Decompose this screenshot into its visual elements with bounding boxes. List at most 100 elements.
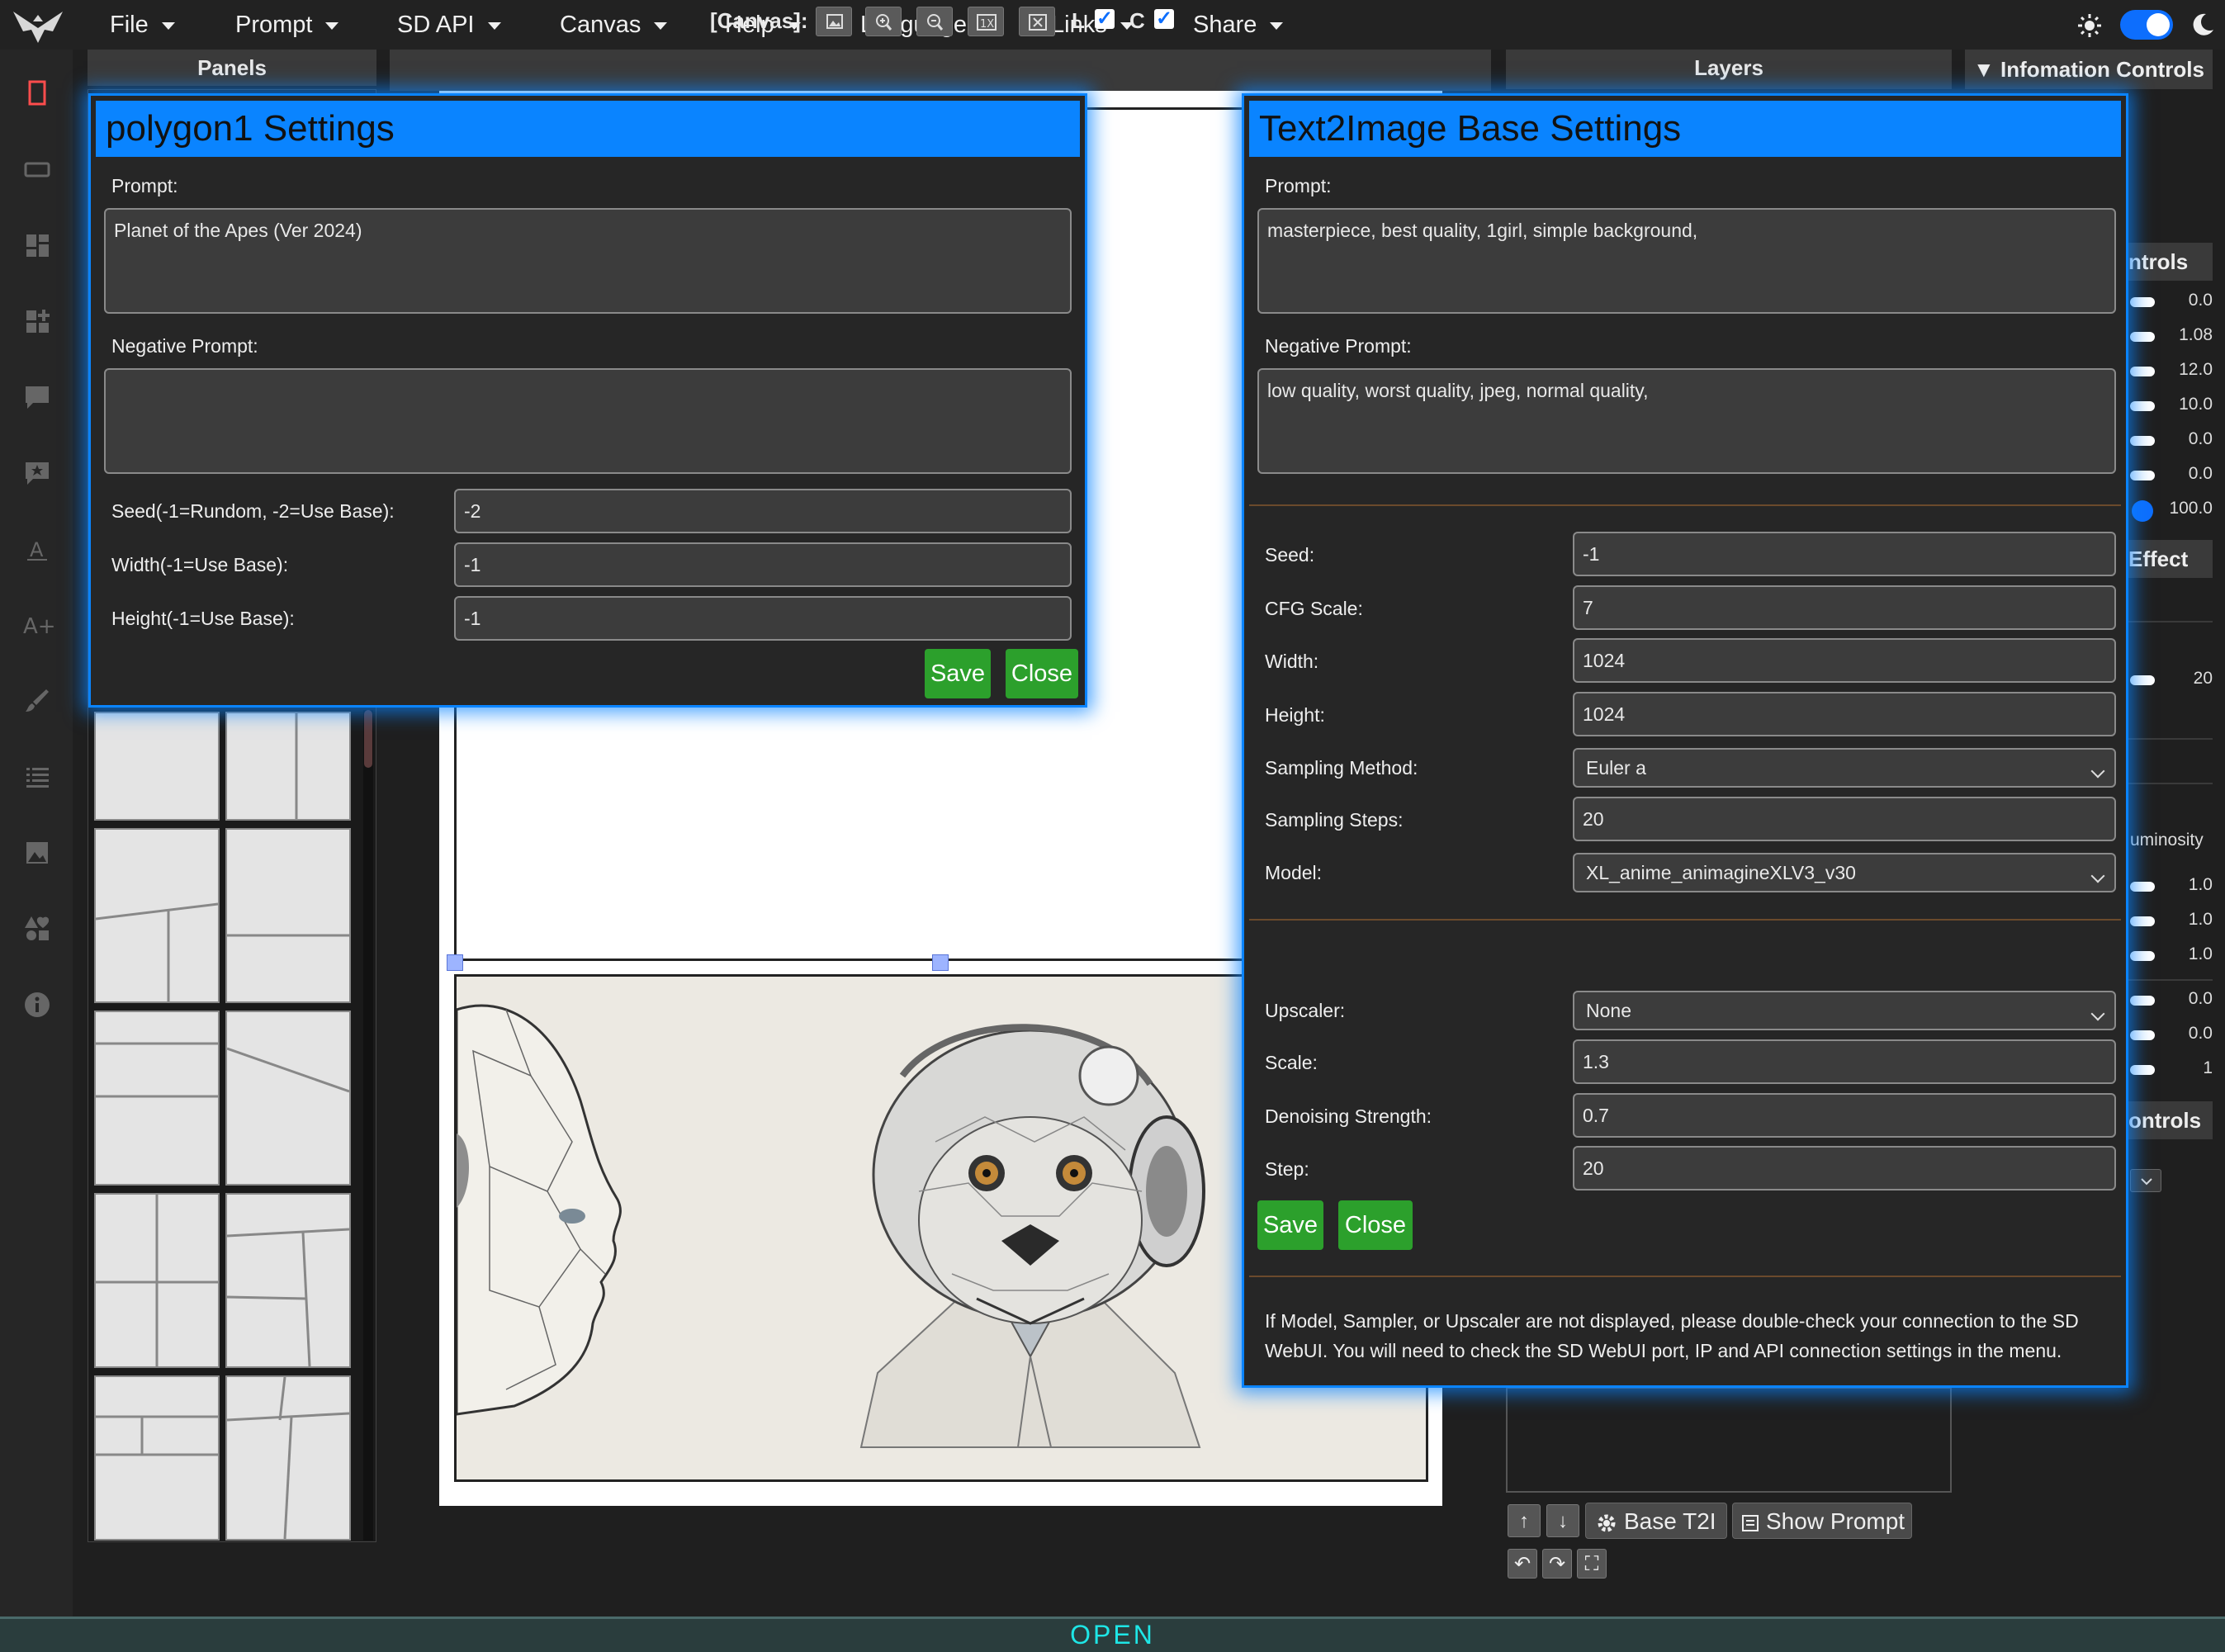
slider[interactable] — [2130, 675, 2155, 685]
resize-handle[interactable] — [447, 954, 463, 971]
slider[interactable] — [2130, 882, 2155, 892]
slider[interactable] — [2130, 1065, 2155, 1075]
text-add-icon[interactable]: A+ — [18, 606, 56, 644]
zoom-out-icon[interactable] — [916, 7, 953, 36]
layer-toggle-checkbox[interactable]: ✓ — [1095, 9, 1115, 29]
menu-share[interactable]: Share — [1193, 0, 1284, 50]
slider[interactable] — [2130, 951, 2155, 961]
text-icon[interactable]: A — [18, 530, 56, 568]
controls-section-header[interactable]: ntrols — [2125, 243, 2213, 281]
connection-note: If Model, Sampler, or Upscaler are not d… — [1265, 1310, 2079, 1361]
panels-header[interactable]: Panels — [88, 50, 376, 86]
menu-sd-api[interactable]: SD API — [397, 0, 501, 50]
image-icon[interactable] — [18, 834, 56, 872]
dialog-title: Text2Image Base Settings — [1249, 101, 2121, 157]
app-logo-icon[interactable] — [12, 7, 64, 45]
dialog-title: polygon1 Settings — [96, 101, 1080, 157]
controls-section-header[interactable]: ontrols — [2125, 1101, 2213, 1139]
slider[interactable] — [2130, 332, 2155, 342]
close-button[interactable]: Close — [1338, 1200, 1413, 1250]
zoom-reset-icon[interactable]: 1X — [968, 7, 1004, 36]
menu-canvas[interactable]: Canvas — [560, 0, 668, 50]
theme-toggle[interactable] — [2120, 10, 2173, 40]
panel-template[interactable] — [225, 1375, 351, 1541]
information-controls-header[interactable]: ▼ Infomation Controls — [1965, 50, 2213, 89]
save-button[interactable]: Save — [925, 649, 991, 698]
slider[interactable] — [2130, 471, 2155, 480]
slider[interactable] — [2130, 996, 2155, 1006]
step-input[interactable]: 20 — [1573, 1146, 2116, 1190]
negative-prompt-textarea[interactable] — [104, 368, 1072, 474]
moon-icon[interactable] — [2189, 12, 2216, 38]
list-icon[interactable] — [18, 758, 56, 796]
denoising-strength-input[interactable]: 0.7 — [1573, 1093, 2116, 1138]
slider[interactable] — [2130, 367, 2155, 376]
slider[interactable] — [2130, 401, 2155, 411]
upscaler-select[interactable]: None — [1573, 991, 2116, 1030]
resize-handle[interactable] — [932, 954, 949, 971]
seed-input[interactable]: -1 — [1573, 532, 2116, 576]
height-input[interactable]: -1 — [454, 596, 1072, 641]
brush-icon[interactable] — [18, 682, 56, 720]
dashboard-layout-icon[interactable] — [18, 226, 56, 264]
shapes-icon[interactable] — [18, 910, 56, 948]
speech-bubble-icon[interactable] — [18, 378, 56, 416]
slider[interactable] — [2130, 1030, 2155, 1040]
prompt-textarea[interactable]: masterpiece, best quality, 1girl, simple… — [1257, 208, 2116, 314]
info-icon[interactable] — [18, 986, 56, 1024]
sampling-method-select[interactable]: Euler a — [1573, 748, 2116, 788]
slider[interactable] — [2130, 916, 2155, 926]
canvas-image-icon[interactable] — [816, 7, 852, 36]
slider[interactable] — [2130, 297, 2155, 307]
scale-input[interactable]: 1.3 — [1573, 1039, 2116, 1084]
menu-prompt[interactable]: Prompt — [235, 0, 339, 50]
move-down-icon[interactable]: ↓ — [1546, 1504, 1579, 1537]
seed-input[interactable]: -2 — [454, 489, 1072, 533]
prompt-textarea[interactable]: Planet of the Apes (Ver 2024) — [104, 208, 1072, 314]
model-select[interactable]: XL_anime_animagineXLV3_v30 — [1573, 853, 2116, 892]
panel-template[interactable] — [225, 712, 351, 821]
panel-template[interactable] — [94, 828, 220, 1003]
menu-links[interactable]: Links — [1051, 0, 1134, 50]
panel-template[interactable] — [225, 828, 351, 1003]
add-panel-icon[interactable] — [18, 302, 56, 340]
redo-icon[interactable]: ↷ — [1542, 1549, 1572, 1579]
menu-sd-api-label: SD API — [397, 12, 475, 38]
landscape-page-icon[interactable] — [18, 150, 56, 188]
zoom-in-icon[interactable] — [865, 7, 902, 36]
menu-file[interactable]: File — [110, 0, 175, 50]
effect-section-header[interactable]: Effect — [2125, 540, 2213, 578]
layer-list[interactable] — [1506, 1387, 1952, 1493]
panel-template[interactable] — [94, 1011, 220, 1186]
width-input[interactable]: -1 — [454, 542, 1072, 587]
height-input[interactable]: 1024 — [1573, 692, 2116, 736]
panel-template[interactable] — [225, 1011, 351, 1186]
bubble-add-icon[interactable] — [18, 454, 56, 492]
width-input[interactable]: 1024 — [1573, 638, 2116, 683]
layers-header[interactable]: Layers — [1506, 50, 1952, 89]
show-prompt-button[interactable]: Show Prompt — [1732, 1503, 1912, 1539]
save-button[interactable]: Save — [1257, 1200, 1323, 1250]
fullscreen-icon[interactable]: ⛶ — [1577, 1549, 1607, 1579]
sun-icon[interactable] — [2077, 13, 2102, 38]
negative-prompt-textarea[interactable]: low quality, worst quality, jpeg, normal… — [1257, 368, 2116, 474]
panel-template[interactable] — [225, 1193, 351, 1368]
fit-close-icon[interactable] — [1019, 7, 1055, 36]
panels-scrollbar[interactable] — [363, 710, 373, 1541]
dropdown-select[interactable] — [2130, 1169, 2161, 1192]
sampling-steps-input[interactable]: 20 — [1573, 797, 2116, 841]
undo-icon[interactable]: ↶ — [1508, 1549, 1537, 1579]
canvas-toggle-label: C — [1129, 8, 1145, 33]
slider[interactable] — [2130, 436, 2155, 446]
panel-template[interactable] — [94, 1375, 220, 1541]
portrait-page-icon[interactable] — [18, 74, 56, 112]
slider-knob[interactable] — [2132, 500, 2153, 522]
panel-template[interactable] — [94, 1193, 220, 1368]
panel-template[interactable] — [94, 712, 220, 821]
canvas-toggle-checkbox[interactable]: ✓ — [1154, 9, 1174, 29]
cfg-scale-input[interactable]: 7 — [1573, 585, 2116, 630]
move-up-icon[interactable]: ↑ — [1508, 1504, 1541, 1537]
base-t2i-button[interactable]: Base T2I — [1585, 1503, 1727, 1539]
close-button[interactable]: Close — [1006, 649, 1078, 698]
model-value: XL_anime_animagineXLV3_v30 — [1586, 862, 1856, 883]
